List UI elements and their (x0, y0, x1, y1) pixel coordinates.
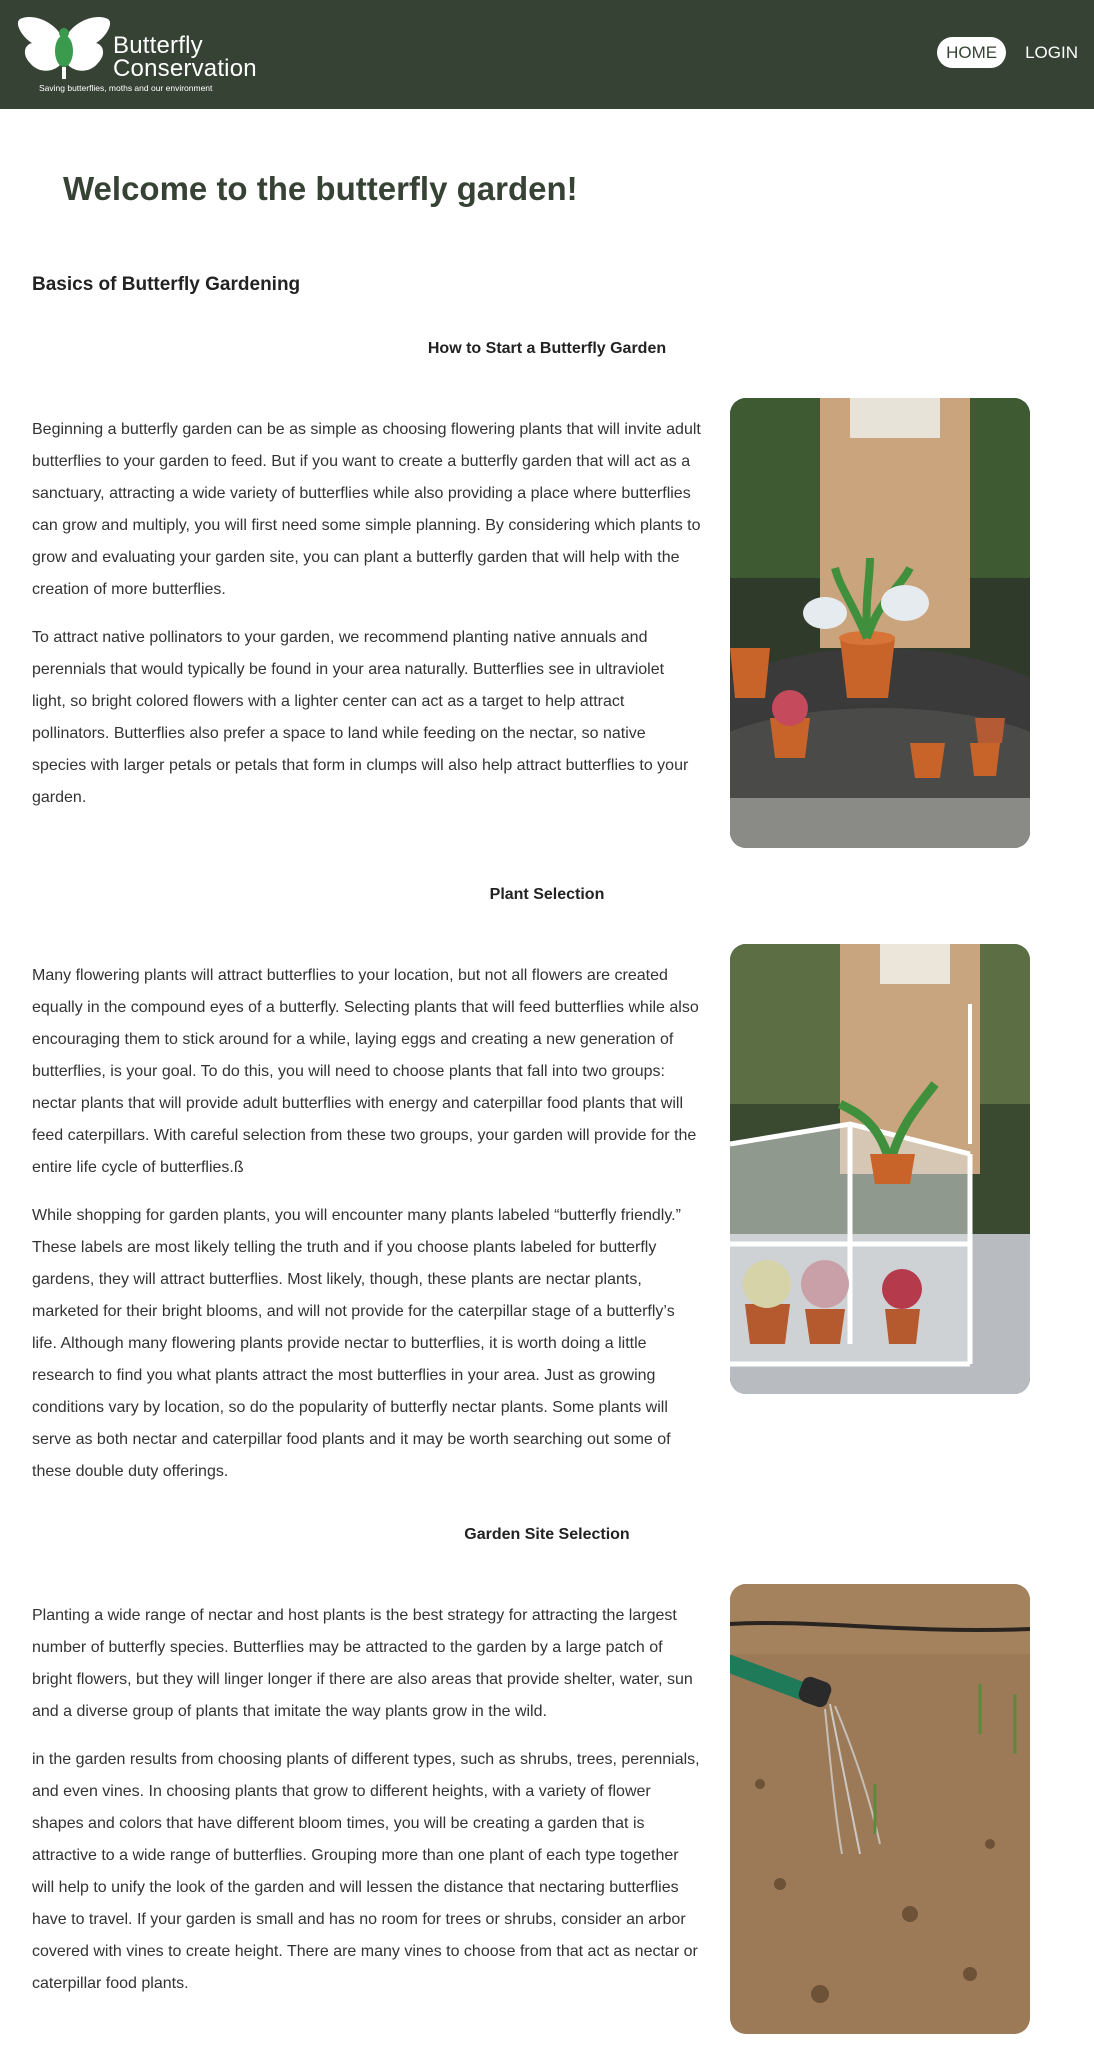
logo-title-line1: Butterfly (113, 32, 203, 59)
nav-home-link[interactable]: HOME (937, 37, 1007, 68)
main-nav: HOME LOGIN (937, 37, 1078, 68)
nav-login-link[interactable]: LOGIN (1025, 43, 1078, 63)
logo-tagline: Saving butterflies, moths and our enviro… (39, 83, 213, 93)
photo-greenhouse (730, 944, 1030, 1394)
section-title-plant-selection: Plant Selection (489, 886, 605, 903)
paragraph: To attract native pollinators to your ga… (32, 629, 689, 806)
paragraph: Beginning a butterfly garden can be as s… (32, 421, 701, 598)
paragraph: Many flowering plants will attract butte… (32, 967, 699, 1176)
site-header: Butterfly Conservation Saving butterflie… (0, 0, 1094, 109)
section-text-plant-selection: Many flowering plants will attract butte… (32, 960, 702, 1504)
butterfly-logo-icon (17, 17, 111, 79)
paragraph: While shopping for garden plants, you wi… (32, 1207, 681, 1480)
page-title: Welcome to the butterfly garden! (63, 170, 578, 207)
paragraph: in the garden results from choosing plan… (32, 1751, 700, 1992)
photo-potting-plant (730, 398, 1030, 848)
section-heading-basics: Basics of Butterfly Gardening (32, 274, 301, 295)
section-title-start-garden: How to Start a Butterfly Garden (427, 340, 667, 357)
paragraph: Planting a wide range of nectar and host… (32, 1607, 693, 1720)
photo-watering-soil (730, 1584, 1030, 2034)
section-title-garden-site: Garden Site Selection (464, 1526, 630, 1543)
logo-title: Butterfly Conservation (113, 32, 257, 82)
logo-title-line2: Conservation (113, 55, 257, 82)
section-text-start-garden: Beginning a butterfly garden can be as s… (32, 414, 702, 830)
section-text-garden-site: Planting a wide range of nectar and host… (32, 1600, 702, 2016)
site-logo[interactable]: Butterfly Conservation Saving butterflie… (16, 15, 276, 95)
